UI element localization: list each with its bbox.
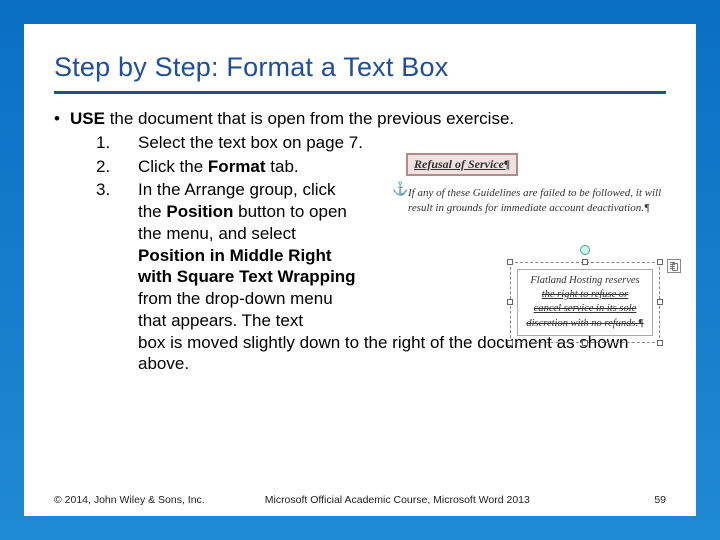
step-2b: Format: [208, 157, 266, 176]
resize-handle-icon: [507, 299, 513, 305]
step-2c: tab.: [266, 157, 299, 176]
rotate-handle-icon: [580, 245, 590, 255]
slide-title: Step by Step: Format a Text Box: [54, 52, 666, 94]
resize-handle-icon: [657, 340, 663, 346]
anchor-icon: ⚓: [392, 182, 408, 195]
step-3-wrapped: In the Arrange group, click the Position…: [138, 179, 358, 331]
slide-body: USE the document that is open from the p…: [54, 108, 666, 375]
step-3e: from the drop-down menu that appears. Th…: [138, 289, 333, 330]
lead-rest: the document that is open from the previ…: [105, 109, 514, 128]
footer-copyright: © 2014, John Wiley & Sons, Inc.: [54, 494, 205, 506]
embedded-figure: ⚓ Refusal of Service¶ If any of these Gu…: [406, 152, 666, 215]
layout-options-icon: [667, 259, 681, 273]
lead-use: USE: [70, 109, 105, 128]
tb-line3: cancel service in its sole: [521, 302, 649, 316]
slide-footer: © 2014, John Wiley & Sons, Inc. Microsof…: [54, 494, 666, 506]
tb-line4: discretion with no refunds.¶: [521, 317, 649, 331]
figure-paragraph: If any of these Guidelines are failed to…: [406, 186, 666, 215]
step-2a: Click the: [138, 157, 208, 176]
footer-course: Microsoft Official Academic Course, Micr…: [205, 494, 655, 506]
footer-page: 59: [654, 494, 666, 506]
resize-handle-icon: [657, 299, 663, 305]
tb-line1: Flatland Hosting reserves: [521, 274, 649, 288]
lead-line: USE the document that is open from the p…: [54, 108, 666, 130]
selected-textbox: Flatland Hosting reserves the right to r…: [510, 262, 660, 343]
step-1-text: Select the text box on page 7.: [138, 133, 363, 152]
textbox-content: Flatland Hosting reserves the right to r…: [517, 269, 653, 336]
step-3b: Position: [166, 202, 233, 221]
slide-page: Step by Step: Format a Text Box USE the …: [24, 24, 696, 516]
resize-handle-icon: [582, 259, 588, 265]
resize-handle-icon: [582, 340, 588, 346]
figure-heading: Refusal of Service¶: [406, 153, 518, 176]
step-3d: Position in Middle Right with Square Tex…: [138, 246, 356, 287]
tb-line2: the right to refuse or: [521, 288, 649, 302]
resize-handle-icon: [507, 340, 513, 346]
resize-handle-icon: [657, 259, 663, 265]
step-1: Select the text box on page 7.: [96, 132, 666, 154]
resize-handle-icon: [507, 259, 513, 265]
